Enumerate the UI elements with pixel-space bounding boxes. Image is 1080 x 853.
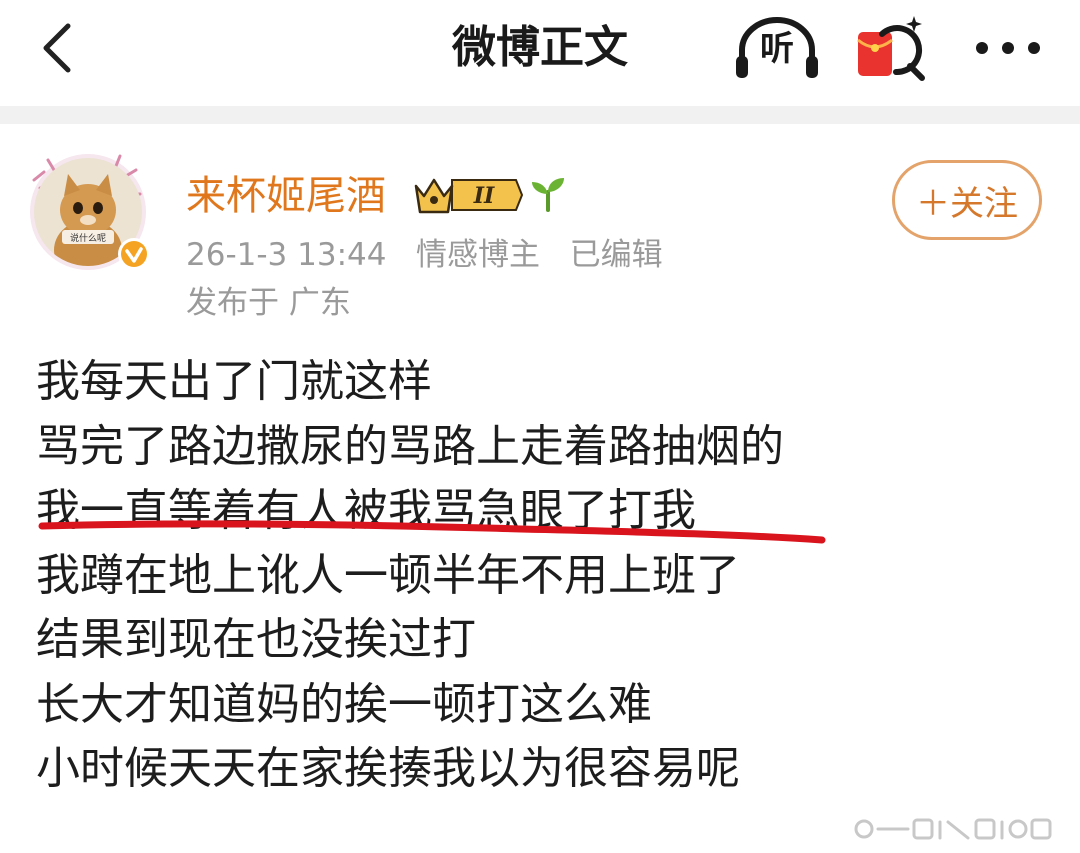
more-options-button[interactable] bbox=[968, 24, 1048, 72]
handdrawn-underline bbox=[36, 512, 836, 552]
post-line: 结果到现在也没挨过打 bbox=[36, 614, 476, 665]
author-avatar[interactable]: 说什么呢 bbox=[28, 150, 158, 280]
listen-button[interactable]: 听 bbox=[732, 12, 822, 84]
red-envelope-search-icon bbox=[857, 16, 925, 81]
edited-label: 已编辑 bbox=[569, 237, 663, 273]
top-nav-bar: 微博正文 听 bbox=[0, 0, 1080, 106]
author-role: 情感博主 bbox=[416, 237, 541, 273]
avatar-caption: 说什么呢 bbox=[70, 232, 106, 244]
follow-button[interactable]: ＋关注 bbox=[892, 160, 1042, 240]
post-meta: 26-1-3 13:44 情感博主 已编辑 bbox=[186, 232, 663, 278]
crown-icon: II bbox=[414, 178, 524, 214]
watermark bbox=[848, 812, 1068, 846]
sprout-icon bbox=[528, 174, 568, 214]
more-dots-icon bbox=[976, 42, 1040, 54]
post-line: 我蹲在地上讹人一顿半年不用上班了 bbox=[36, 549, 740, 601]
red-envelope-search-button[interactable] bbox=[852, 12, 932, 84]
post-location: 发布于 广东 bbox=[186, 285, 351, 321]
vip-badge[interactable]: II bbox=[412, 172, 524, 218]
verified-badge-icon bbox=[118, 238, 150, 270]
post-line: 骂完了路边撒尿的骂路上走着路抽烟的 bbox=[36, 420, 784, 472]
post-line: 长大才知道妈的挨一顿打这么难 bbox=[36, 678, 652, 730]
post-content: 我每天出了门就这样 骂完了路边撒尿的骂路上走着路抽烟的 我一直等着有人被我骂急眼… bbox=[36, 350, 1036, 802]
post-line: 我每天出了门就这样 bbox=[36, 356, 432, 407]
listen-label: 听 bbox=[760, 29, 794, 69]
post-time: 26-1-3 13:44 bbox=[186, 237, 387, 273]
author-name[interactable]: 来杯姬尾酒 bbox=[186, 168, 386, 224]
section-divider bbox=[0, 106, 1080, 124]
vip-level: II bbox=[473, 183, 495, 209]
post-line: 小时候天天在家挨揍我以为很容易呢 bbox=[36, 743, 740, 794]
